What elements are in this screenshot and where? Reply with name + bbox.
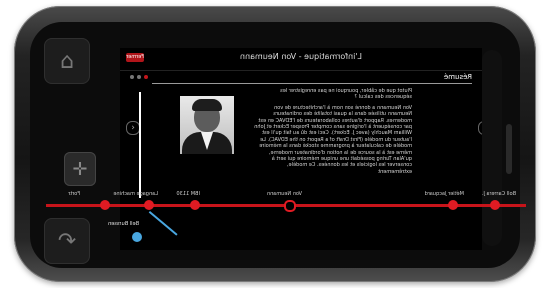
back-arrow-icon[interactable]: ↶	[44, 218, 90, 264]
timeline-current-marker[interactable]	[132, 232, 142, 242]
timeline-label: Métier Jacquard	[424, 191, 464, 197]
device-stage: ⌂ ✛ ↶ L'informatique - Von Neumann Ferme…	[0, 0, 546, 288]
title-bar: L'informatique - Von Neumann Fermer	[120, 48, 482, 71]
timeline-node-1[interactable]	[490, 200, 500, 210]
timeline-label: Von Neumann	[266, 191, 302, 197]
phone-frame: ⌂ ✛ ↶ L'informatique - Von Neumann Ferme…	[14, 6, 536, 282]
portrait-image	[180, 96, 234, 154]
pager-dot[interactable]	[137, 75, 141, 79]
timeline-label: Fortr	[68, 191, 80, 197]
timeline-label: Langage machine	[113, 191, 158, 197]
timeline-label: IBM 1130	[176, 191, 200, 197]
pager-dots[interactable]	[128, 75, 148, 79]
section-label: Résumé	[443, 73, 472, 81]
section-divider	[152, 83, 472, 84]
app-title: L'informatique - Von Neumann	[239, 52, 363, 61]
pager-dot-active[interactable]	[144, 75, 148, 79]
screen-bezel	[482, 50, 502, 246]
home-icon[interactable]: ⌂	[44, 38, 90, 84]
close-button[interactable]: Fermer	[126, 53, 144, 62]
timeline-node-5[interactable]	[144, 200, 154, 210]
article-text: Plutot que de câbler, pourquoi ne pas en…	[252, 88, 412, 179]
app-screen: L'informatique - Von Neumann Fermer Résu…	[120, 48, 482, 250]
speaker-grille	[506, 124, 512, 174]
timeline-node-3[interactable]	[284, 200, 296, 212]
timeline-node-6[interactable]	[100, 200, 110, 210]
timeline-node-2[interactable]	[448, 200, 458, 210]
chevron-right-icon[interactable]: ›	[478, 121, 482, 135]
timeline-label: Boll Carrera J.	[481, 191, 516, 197]
chevron-left-icon[interactable]: ‹	[126, 121, 140, 135]
article-question: Plutot que de câbler, pourquoi ne pas en…	[280, 88, 412, 101]
timeline-current-label: Bell Burssen	[108, 221, 139, 227]
timeline-node-4[interactable]	[190, 200, 200, 210]
dpad-control[interactable]: ✛	[64, 152, 96, 186]
article-body: Von Neumann a donné son nom à l'architec…	[254, 104, 412, 175]
pager-dot[interactable]	[130, 75, 134, 79]
quote-bar	[139, 92, 141, 198]
